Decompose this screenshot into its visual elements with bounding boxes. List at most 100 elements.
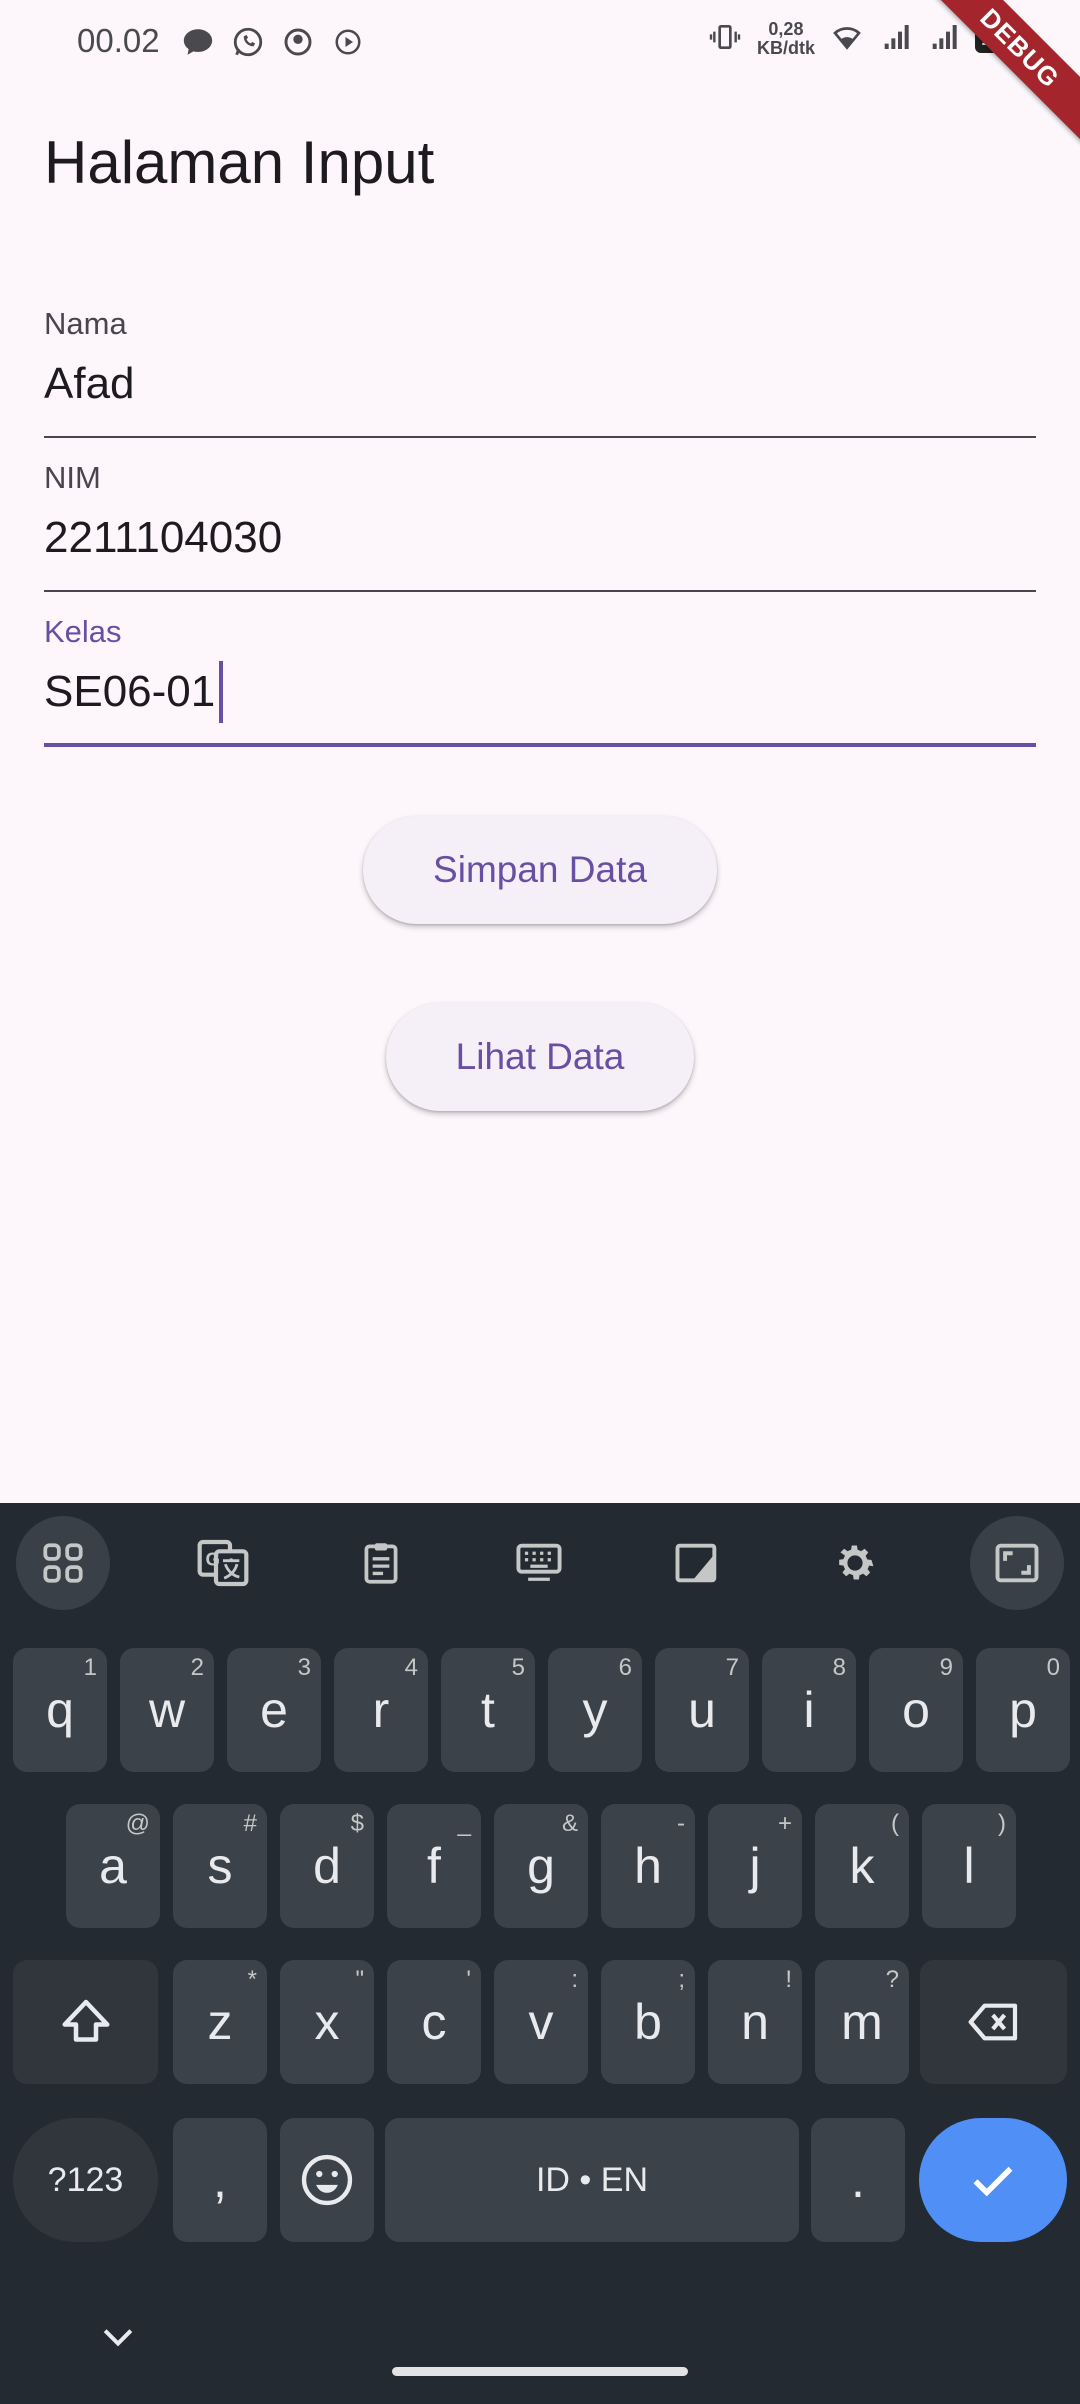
key-hint: 5 <box>511 1654 525 1681</box>
key-hint: _ <box>457 1810 471 1837</box>
period-key-label: . <box>851 2152 865 2208</box>
key-hint: - <box>677 1810 685 1837</box>
backspace-key[interactable] <box>920 1960 1067 2084</box>
key-hint: * <box>247 1966 257 1993</box>
status-time: 00.02 <box>77 22 160 59</box>
key-k[interactable]: k( <box>815 1804 909 1928</box>
key-hint: 1 <box>83 1654 97 1681</box>
key-d[interactable]: d $ <box>280 1804 374 1928</box>
key-label: g <box>527 1838 555 1894</box>
net-speed-unit: KB/dtk <box>756 38 815 58</box>
enter-key[interactable] <box>919 2118 1067 2242</box>
nim-value: 2211104030 <box>44 513 283 562</box>
key-label: x <box>314 1994 340 2050</box>
key-j[interactable]: j + <box>708 1804 802 1928</box>
comma-key[interactable]: , <box>173 2118 267 2242</box>
key-hint: 0 <box>1046 1654 1060 1681</box>
key-h[interactable]: h- <box>601 1804 695 1928</box>
key-l[interactable]: l) <box>922 1804 1016 1928</box>
resize-keyboard-icon[interactable] <box>970 1516 1064 1610</box>
emoji-key[interactable] <box>280 2118 374 2242</box>
handwriting-icon[interactable] <box>650 1516 744 1610</box>
key-hint: ' <box>466 1966 471 1993</box>
key-label: v <box>528 1994 554 2050</box>
nim-field[interactable]: NIM 2211104030 <box>44 460 1036 594</box>
key-t[interactable]: t5 <box>441 1648 535 1772</box>
key-f[interactable]: f _ <box>387 1804 481 1928</box>
nama-value: Afad <box>44 359 135 408</box>
key-u[interactable]: u7 <box>655 1648 749 1772</box>
key-label: f <box>427 1838 441 1894</box>
key-a[interactable]: a @ <box>66 1804 160 1928</box>
simpan-data-button[interactable]: Simpan Data <box>363 816 717 924</box>
key-label: p <box>1009 1682 1037 1738</box>
key-label: d <box>313 1838 341 1894</box>
key-label: l <box>963 1838 975 1894</box>
key-c[interactable]: c ' <box>387 1960 481 2084</box>
symbols-key[interactable]: ?123 <box>13 2118 158 2242</box>
page-title: Halaman Input <box>44 129 435 196</box>
collapse-keyboard-icon[interactable] <box>96 2322 140 2359</box>
keyboard: G <box>0 1503 1080 2404</box>
whatsapp-icon <box>230 24 266 60</box>
shift-key[interactable] <box>13 1960 158 2084</box>
key-hint: 8 <box>832 1654 846 1681</box>
key-label: y <box>582 1682 608 1738</box>
key-q[interactable]: q1 <box>13 1648 107 1772</box>
kelas-value: SE06-01 <box>44 667 216 716</box>
key-label: e <box>260 1682 288 1738</box>
key-label: u <box>688 1682 716 1738</box>
key-n[interactable]: n! <box>708 1960 802 2084</box>
key-y[interactable]: y6 <box>548 1648 642 1772</box>
kelas-underline <box>44 743 1036 747</box>
key-label: j <box>749 1838 761 1894</box>
key-o[interactable]: o9 <box>869 1648 963 1772</box>
space-key[interactable]: ID • EN <box>385 2118 799 2242</box>
lihat-data-button[interactable]: Lihat Data <box>386 1003 694 1111</box>
key-label: c <box>421 1994 447 2050</box>
key-label: h <box>634 1838 662 1894</box>
keyboard-toolbar: G <box>0 1513 1080 1613</box>
key-i[interactable]: i8 <box>762 1648 856 1772</box>
key-hint: 2 <box>190 1654 204 1681</box>
key-label: n <box>741 1994 769 2050</box>
keyboard-layout-icon[interactable] <box>492 1516 586 1610</box>
key-hint: + <box>777 1810 792 1837</box>
key-label: i <box>803 1682 815 1738</box>
key-w[interactable]: w2 <box>120 1648 214 1772</box>
key-e[interactable]: e3 <box>227 1648 321 1772</box>
key-hint: ; <box>678 1966 685 1993</box>
apps-grid-icon[interactable] <box>16 1516 110 1610</box>
message-icon <box>180 24 216 60</box>
shift-icon <box>62 1999 109 2042</box>
kelas-input[interactable]: SE06-01 <box>44 661 1036 723</box>
nim-input[interactable]: 2211104030 <box>44 510 1036 566</box>
key-s[interactable]: s # <box>173 1804 267 1928</box>
key-label: o <box>902 1682 930 1738</box>
translate-icon[interactable]: G <box>176 1516 270 1610</box>
key-r[interactable]: r4 <box>334 1648 428 1772</box>
key-p[interactable]: p0 <box>976 1648 1070 1772</box>
key-z[interactable]: z * <box>173 1960 267 2084</box>
app-icon <box>280 24 316 60</box>
key-v[interactable]: v: <box>494 1960 588 2084</box>
period-key[interactable]: . <box>811 2118 905 2242</box>
nama-input[interactable]: Afad <box>44 356 1036 412</box>
key-b[interactable]: b; <box>601 1960 695 2084</box>
clipboard-icon[interactable] <box>334 1516 428 1610</box>
key-x[interactable]: x " <box>280 1960 374 2084</box>
gesture-handle <box>392 2367 688 2376</box>
nama-field[interactable]: Nama Afad <box>44 306 1036 440</box>
svg-text:G: G <box>206 1548 221 1569</box>
key-m[interactable]: m? <box>815 1960 909 2084</box>
key-label: m <box>841 1994 883 2050</box>
settings-gear-icon[interactable] <box>808 1516 902 1610</box>
key-g[interactable]: g & <box>494 1804 588 1928</box>
kelas-field[interactable]: Kelas SE06-01 <box>44 614 1036 748</box>
checkmark-icon <box>973 2166 1013 2197</box>
nama-underline <box>44 436 1036 438</box>
key-hint: # <box>243 1810 257 1837</box>
net-speed-value: 0,28 <box>768 19 804 39</box>
key-label: z <box>207 1994 233 2050</box>
key-label: q <box>46 1682 74 1738</box>
